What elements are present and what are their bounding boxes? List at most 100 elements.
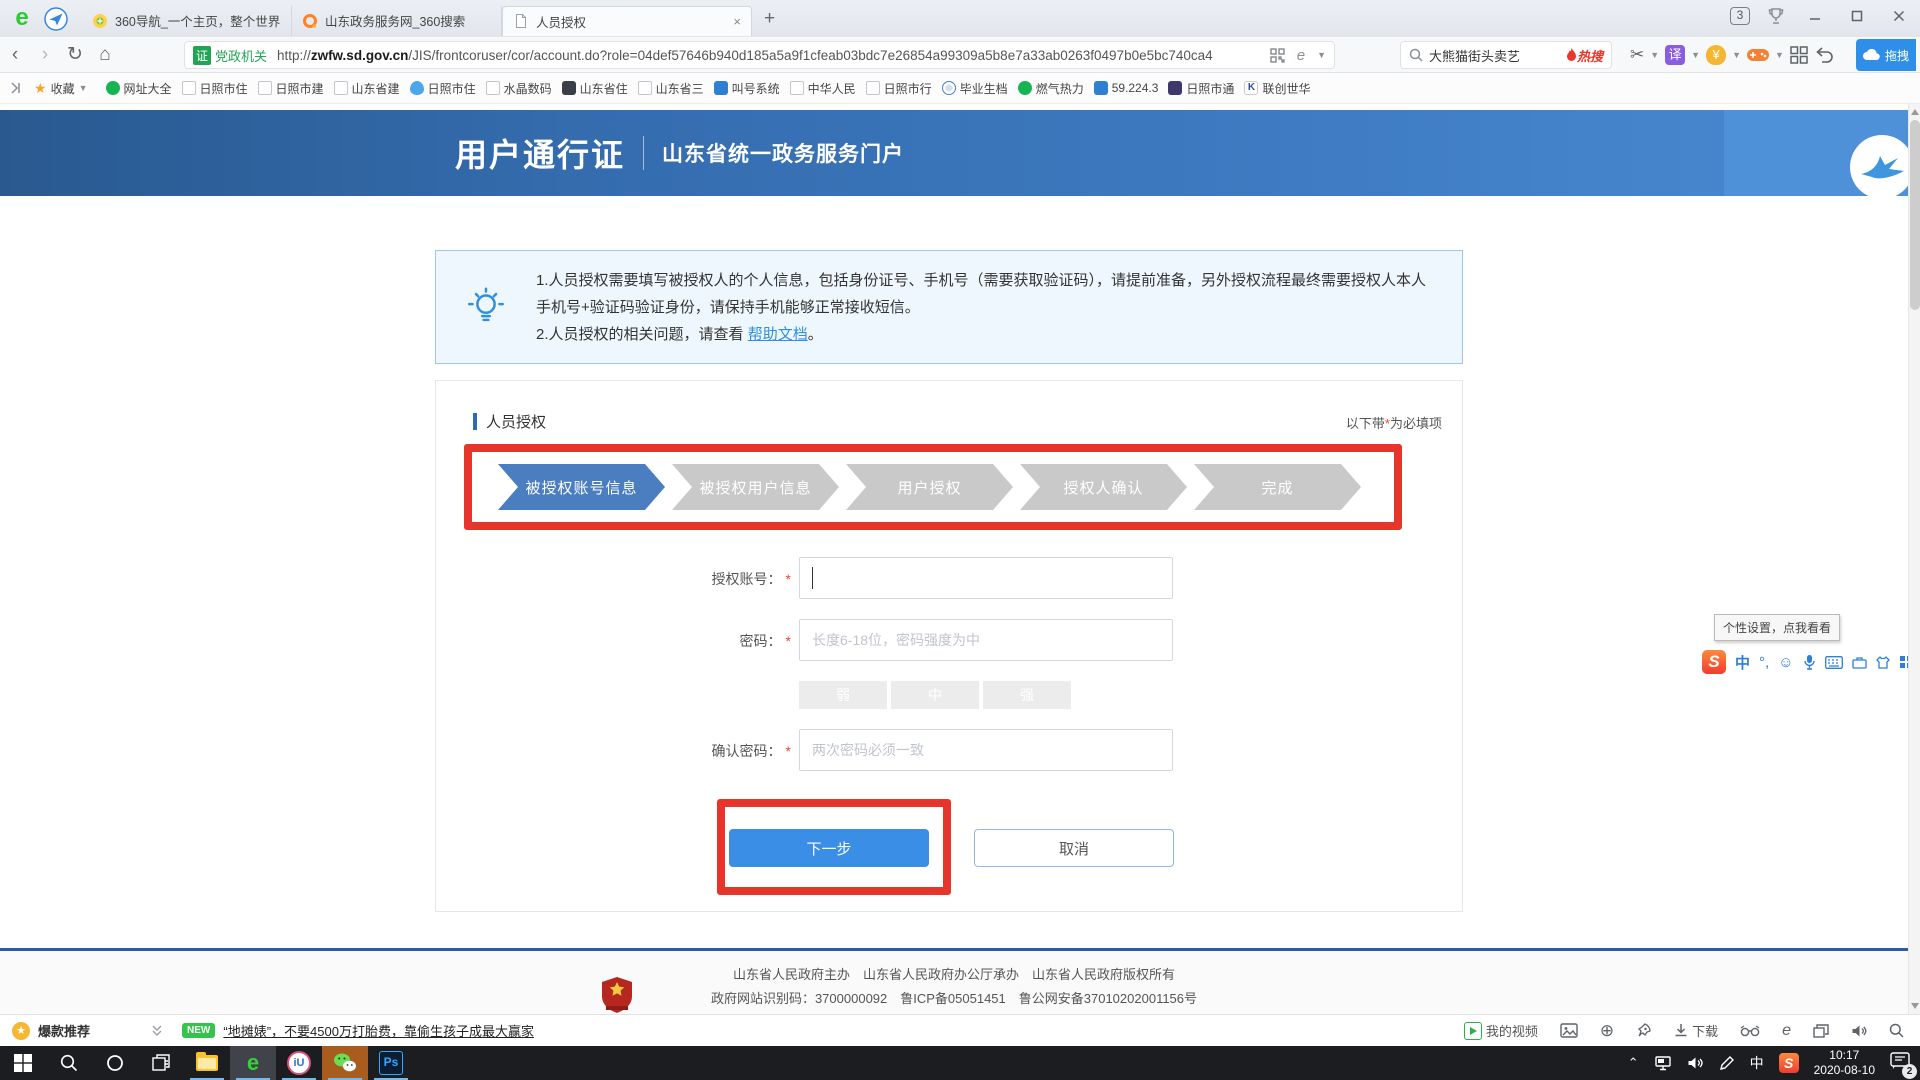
search-box[interactable]: 大熊猫街头卖艺 热搜 <box>1400 41 1612 69</box>
back-button[interactable]: ‹ <box>0 44 30 66</box>
confirm-password-input[interactable] <box>799 729 1173 771</box>
ime-settings-tooltip[interactable]: 个性设置，点我看看 <box>1714 614 1840 641</box>
mute-speaker-icon[interactable] <box>1851 1024 1867 1038</box>
tab-count-badge[interactable]: 3 <box>1730 7 1750 25</box>
taskbar-iu-app[interactable]: iU <box>276 1046 322 1080</box>
page-scrollbar[interactable] <box>1908 104 1920 1014</box>
bookmark-item[interactable]: K联创世华 <box>1244 80 1310 97</box>
maximize-button[interactable] <box>1844 6 1870 26</box>
download-button[interactable]: 下载 <box>1674 1021 1718 1040</box>
trophy-icon[interactable] <box>1766 6 1786 26</box>
ime-keyboard-icon[interactable] <box>1825 656 1843 669</box>
bookmark-item[interactable]: 山东省住 <box>562 80 628 97</box>
ime-punctuation-icon[interactable]: °, <box>1759 654 1769 671</box>
ie-mode-icon[interactable]: e <box>1782 1022 1791 1040</box>
bookmark-item[interactable]: 燃气热力 <box>1018 80 1084 97</box>
action-center-button[interactable]: 2 <box>1890 1052 1910 1075</box>
bookmark-item[interactable]: 山东省三 <box>638 80 704 97</box>
tray-sogou-icon[interactable]: S <box>1779 1053 1799 1073</box>
screenshot-scissors-icon[interactable]: ✂ <box>1630 45 1644 65</box>
volume-icon[interactable] <box>1687 1056 1704 1070</box>
bookmark-item[interactable]: 中华人民 <box>790 80 856 97</box>
game-dropdown-icon[interactable]: ▼ <box>1775 50 1784 60</box>
tray-ime-indicator[interactable]: 中 <box>1750 1053 1764 1073</box>
scroll-up-arrow[interactable] <box>1911 109 1919 115</box>
scrollbar-thumb[interactable] <box>1910 120 1920 310</box>
ime-voice-icon[interactable] <box>1803 654 1816 670</box>
bookmark-item[interactable]: 水晶数码 <box>486 80 552 97</box>
incognito-glasses-icon[interactable] <box>1740 1025 1760 1037</box>
hot-search-label[interactable]: 热搜 <box>1577 46 1603 65</box>
bookmark-item[interactable]: 毕业生档 <box>942 80 1008 97</box>
refresh-button[interactable]: ↻ <box>60 43 90 66</box>
tray-clock[interactable]: 10:17 2020-08-10 <box>1814 1048 1875 1078</box>
recently-closed-icon[interactable] <box>1814 47 1834 63</box>
nav-paper-plane-icon[interactable] <box>44 7 68 31</box>
favorites-menu[interactable]: ★ 收藏 ▼ <box>34 80 88 97</box>
tab-360-nav[interactable]: 360导航_一个主页，整个世界 <box>82 6 292 36</box>
sidebar-toggle-icon[interactable] <box>10 81 24 95</box>
browser-360-logo-icon[interactable]: e <box>10 7 34 31</box>
wallet-dropdown-icon[interactable]: ▼ <box>1732 50 1741 60</box>
promo-label[interactable]: 爆款推荐 <box>38 1021 90 1040</box>
scroll-down-arrow[interactable] <box>1911 1003 1919 1009</box>
tab-close-icon[interactable]: × <box>733 14 741 29</box>
cancel-button[interactable]: 取消 <box>974 829 1174 867</box>
taskbar-360-browser[interactable]: e <box>230 1046 276 1080</box>
start-button[interactable] <box>0 1046 46 1080</box>
bookmark-item[interactable]: 日照市建 <box>258 80 324 97</box>
bookmark-item[interactable]: 叫号系统 <box>714 80 780 97</box>
screenshot-image-icon[interactable] <box>1560 1023 1578 1038</box>
tab-personnel-auth[interactable]: 人员授权 × <box>502 6 752 36</box>
bookmark-item[interactable]: 网址大全 <box>106 80 172 97</box>
sogou-ime-bar[interactable]: S 中 °, ☺ <box>1702 650 1913 674</box>
tab-360-search[interactable]: 山东政务服务网_360搜索 <box>292 6 502 36</box>
bookmark-item[interactable]: 山东省建 <box>334 80 400 97</box>
password-input[interactable] <box>799 619 1173 661</box>
taskbar-file-explorer[interactable] <box>184 1046 230 1080</box>
find-icon[interactable] <box>1889 1023 1904 1038</box>
help-doc-link[interactable]: 帮助文档 <box>748 326 808 343</box>
ie-compat-icon[interactable]: e <box>1297 47 1305 64</box>
boost-rocket-icon[interactable] <box>1636 1023 1652 1039</box>
sogou-logo-icon[interactable]: S <box>1702 650 1726 674</box>
windows-ink-icon[interactable] <box>1719 1055 1735 1071</box>
bookmark-item[interactable]: 日照市住 <box>182 80 248 97</box>
ime-toolbox-icon[interactable] <box>1852 655 1867 670</box>
scissors-dropdown-icon[interactable]: ▼ <box>1650 50 1659 60</box>
network-icon[interactable] <box>1654 1056 1672 1071</box>
task-view-button[interactable] <box>138 1046 184 1080</box>
bookmark-item[interactable]: 59.224.3 <box>1094 81 1159 95</box>
search-query[interactable]: 大熊猫街头卖艺 <box>1429 46 1566 65</box>
multi-window-icon[interactable] <box>1813 1024 1829 1038</box>
taskbar-wechat[interactable] <box>322 1046 368 1080</box>
qr-code-icon[interactable] <box>1270 48 1285 63</box>
new-tab-button[interactable]: + <box>764 8 775 30</box>
taskbar-photoshop[interactable]: Ps <box>368 1046 414 1080</box>
url-text[interactable]: http://zwfw.sd.gov.cn/JIS/frontcoruser/c… <box>277 48 1262 63</box>
translate-dropdown-icon[interactable]: ▼ <box>1691 50 1700 60</box>
ime-emoji-icon[interactable]: ☺ <box>1778 654 1793 671</box>
apps-grid-icon[interactable] <box>1790 46 1808 64</box>
next-step-button[interactable]: 下一步 <box>729 829 929 867</box>
cortana-button[interactable] <box>92 1046 138 1080</box>
news-headline-link[interactable]: “地摊婊”，不要4500万打胎费，靠偷生孩子成最大赢家 <box>223 1021 534 1040</box>
speed-mode-icon[interactable]: ⊕ <box>1600 1021 1614 1041</box>
ime-skin-icon[interactable] <box>1876 655 1890 670</box>
translate-icon[interactable]: 译 <box>1665 45 1685 65</box>
home-button[interactable]: ⌂ <box>90 44 120 66</box>
close-button[interactable] <box>1886 6 1912 26</box>
ime-mode-toggle[interactable]: 中 <box>1735 652 1750 673</box>
cloud-drag-tip[interactable]: 拖拽 <box>1856 39 1916 71</box>
bookmark-item[interactable]: 日照市通 <box>1168 80 1234 97</box>
collapse-chevrons-icon[interactable] <box>150 1025 164 1037</box>
url-dropdown-icon[interactable]: ▼ <box>1317 50 1326 60</box>
game-center-icon[interactable] <box>1747 47 1769 63</box>
tray-expand-icon[interactable]: ⌃ <box>1628 1055 1639 1071</box>
forward-button[interactable]: › <box>30 44 60 66</box>
bookmark-item[interactable]: 日照市住 <box>410 80 476 97</box>
my-videos-button[interactable]: 我的视频 <box>1464 1021 1538 1040</box>
wallet-shield-icon[interactable]: ¥ <box>1706 45 1726 65</box>
address-bar[interactable]: 证 党政机关 http://zwfw.sd.gov.cn/JIS/frontco… <box>184 41 1335 69</box>
account-input[interactable] <box>799 557 1173 599</box>
